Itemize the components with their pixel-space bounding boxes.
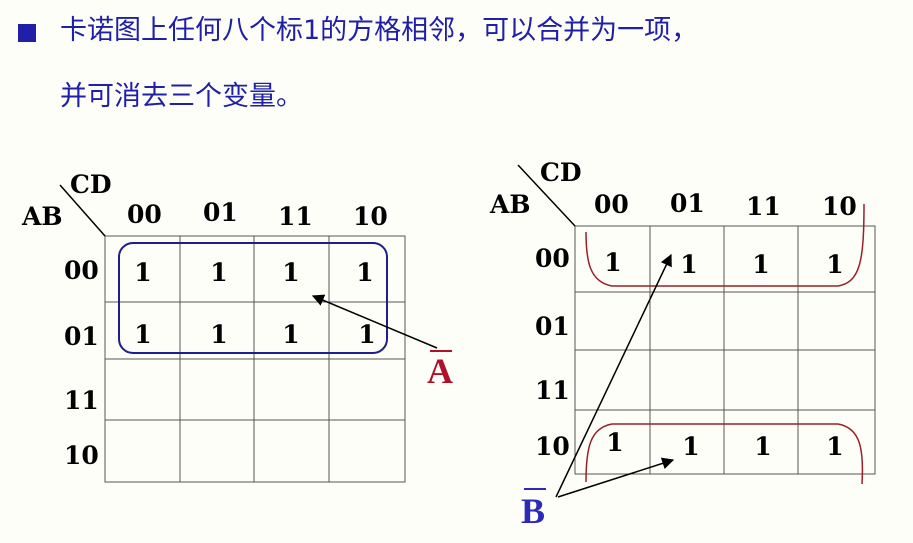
right-map-diagonal xyxy=(517,164,576,227)
left-map-diagonal xyxy=(59,184,106,237)
left-group-loop xyxy=(118,242,388,354)
right-group-arrow-top xyxy=(555,253,672,498)
right-map-grid xyxy=(574,225,876,475)
left-group-arrow xyxy=(311,294,438,349)
left-map-grid xyxy=(104,235,406,483)
karnaugh-graphics xyxy=(59,164,876,498)
right-group-loop-top xyxy=(585,203,865,287)
